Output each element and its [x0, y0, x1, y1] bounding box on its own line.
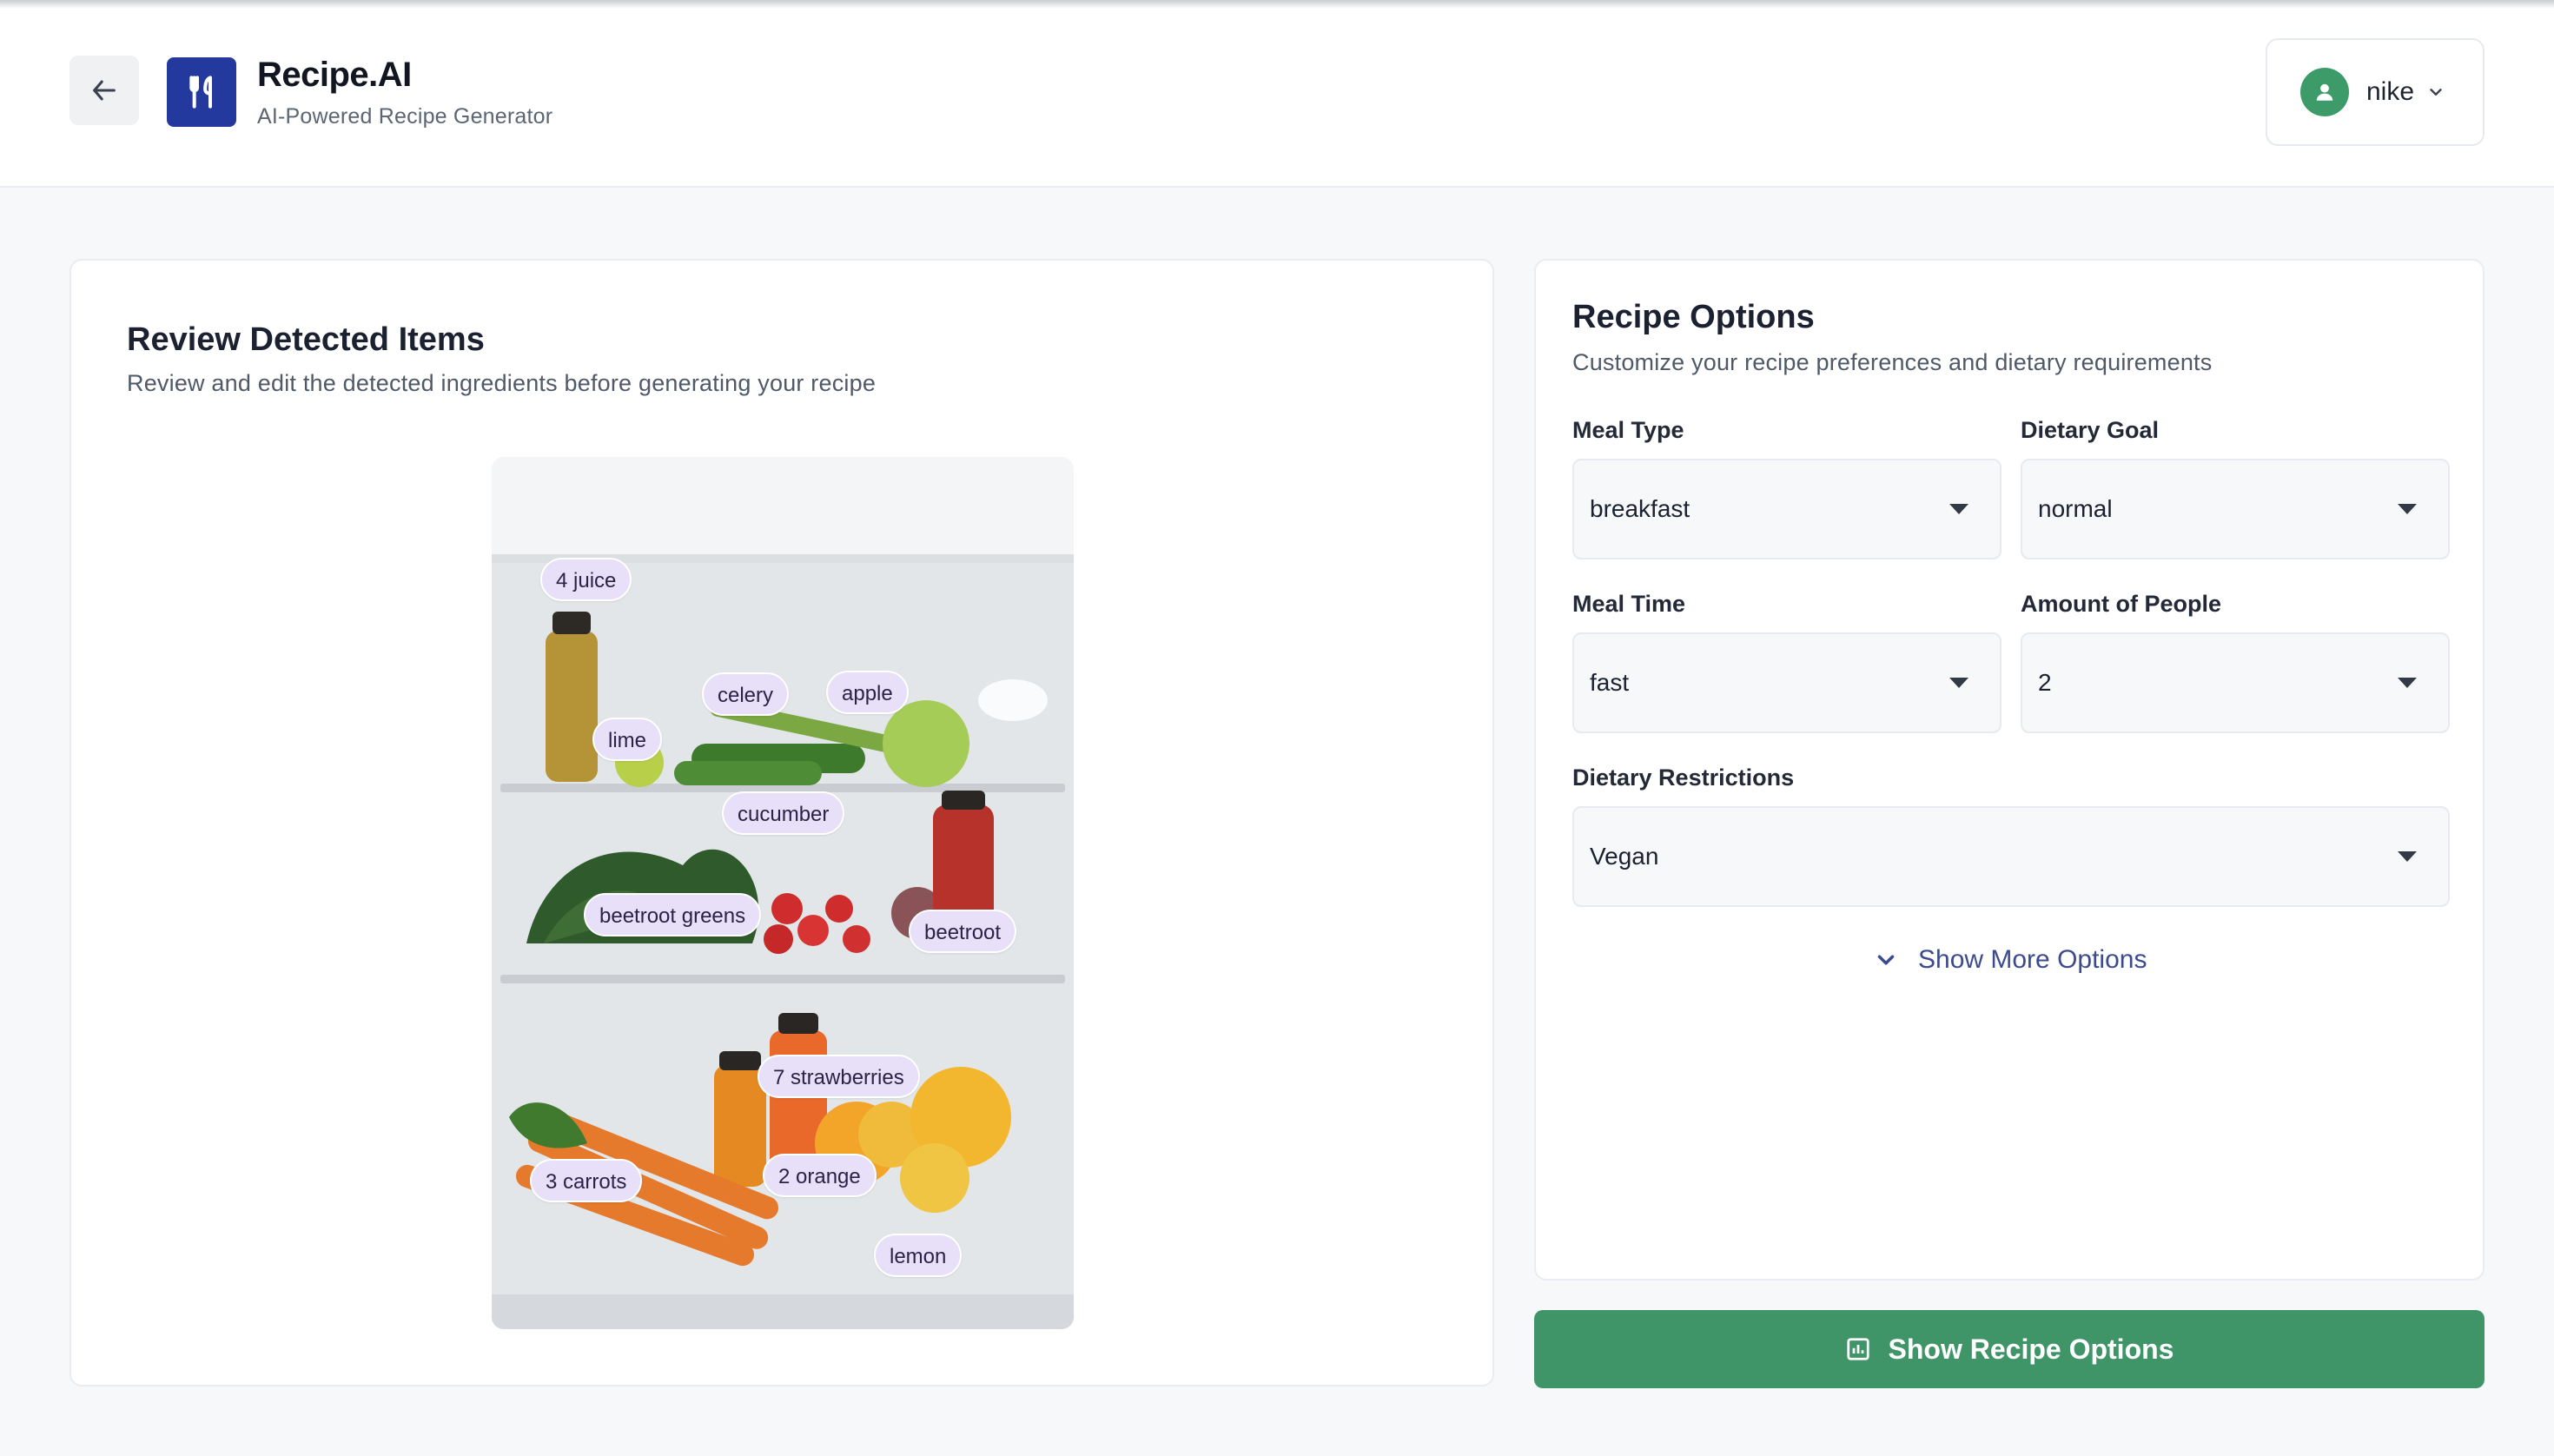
chevron-down-icon [1873, 947, 1899, 973]
dietary-goal-label: Dietary Goal [2021, 417, 2160, 443]
show-recipe-options-label: Show Recipe Options [1888, 1333, 2174, 1365]
review-detected-items-card: Review Detected Items Review and edit th… [69, 259, 1494, 1387]
user-menu-button[interactable]: nike [2266, 38, 2485, 146]
detected-tag[interactable]: 7 strawberries [758, 1055, 920, 1098]
dietary-restrictions-value: Vegan [1590, 843, 1659, 870]
fridge-image: 4 juice celery apple lime cucumber beetr… [492, 457, 1074, 1329]
review-subtitle: Review and edit the detected ingredients… [127, 370, 877, 396]
app-subtitle: AI-Powered Recipe Generator [257, 104, 553, 129]
detected-tag[interactable]: 4 juice [540, 558, 632, 601]
meal-time-label: Meal Time [1572, 591, 1686, 617]
people-label: Amount of People [2021, 591, 2221, 617]
recipe-options-card: Recipe Options Customize your recipe pre… [1534, 259, 2485, 1281]
dietary-goal-select[interactable]: normal [2021, 459, 2450, 559]
user-name: nike [2366, 77, 2415, 106]
review-title: Review Detected Items [127, 321, 485, 358]
options-subtitle: Customize your recipe preferences and di… [1572, 349, 2213, 375]
detected-tag[interactable]: lemon [874, 1234, 963, 1277]
dietary-restrictions-select[interactable]: Vegan [1572, 806, 2450, 907]
detected-tag[interactable]: celery [702, 672, 790, 716]
caret-down-icon [1949, 504, 1968, 514]
arrow-left-icon [93, 80, 116, 101]
caret-down-icon [2398, 504, 2417, 514]
meal-time-value: fast [1590, 669, 1630, 696]
caret-down-icon [2398, 851, 2417, 862]
app-name: Recipe.AI [257, 56, 412, 94]
app-logo [167, 57, 236, 127]
meal-type-value: breakfast [1590, 495, 1691, 522]
show-more-options-link[interactable]: Show More Options [1873, 945, 2147, 975]
people-value: 2 [2038, 669, 2052, 696]
dietary-restrictions-label: Dietary Restrictions [1572, 764, 1795, 791]
people-select[interactable]: 2 [2021, 632, 2450, 733]
detected-tag[interactable]: apple [826, 671, 909, 714]
meal-type-select[interactable]: breakfast [1572, 459, 2002, 559]
chart-icon [1845, 1336, 1871, 1362]
meal-time-select[interactable]: fast [1572, 632, 2002, 733]
detected-tag[interactable]: cucumber [722, 791, 845, 835]
chevron-down-icon [2426, 83, 2445, 102]
show-recipe-options-button[interactable]: Show Recipe Options [1534, 1310, 2485, 1388]
detected-tag[interactable]: beetroot greens [584, 893, 762, 936]
options-title: Recipe Options [1572, 299, 1815, 335]
detected-tag[interactable]: 2 orange [763, 1154, 877, 1197]
app-header: Recipe.AI AI-Powered Recipe Generator ni… [0, 0, 2554, 188]
caret-down-icon [2398, 678, 2417, 688]
meal-type-label: Meal Type [1572, 417, 1684, 443]
dietary-goal-value: normal [2038, 495, 2113, 522]
user-icon [2316, 83, 2333, 101]
detected-tag[interactable]: lime [592, 718, 663, 761]
back-button[interactable] [69, 56, 139, 125]
detected-tag[interactable]: beetroot [909, 910, 1017, 953]
detected-tag[interactable]: 3 carrots [530, 1159, 643, 1202]
avatar [2300, 68, 2349, 116]
utensils-icon [189, 76, 212, 109]
caret-down-icon [1949, 678, 1968, 688]
show-more-options-label: Show More Options [1918, 945, 2147, 974]
